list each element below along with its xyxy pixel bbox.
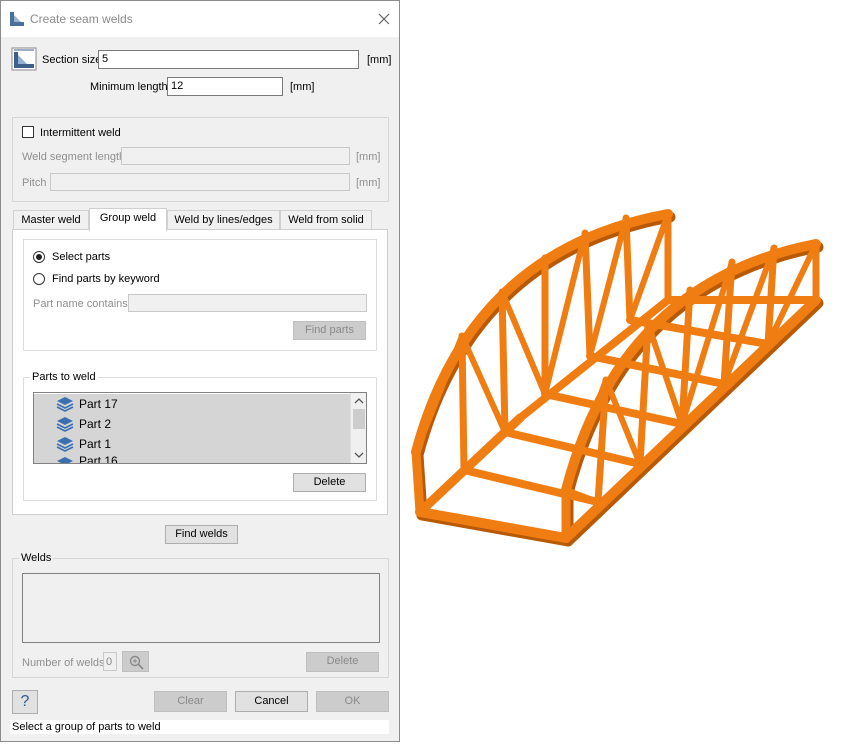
close-icon[interactable] — [375, 10, 393, 28]
delete-parts-button[interactable]: Delete — [293, 473, 366, 492]
scroll-down-icon[interactable] — [354, 451, 364, 459]
part-name: Part 17 — [79, 397, 118, 411]
scroll-up-icon[interactable] — [354, 397, 364, 405]
part-layers-icon — [56, 417, 74, 432]
create-seam-welds-dialog: Create seam welds Section size 5 [mm] Mi… — [0, 0, 400, 742]
part-name-contains-input[interactable] — [128, 294, 367, 312]
part-name: Part 16 — [79, 454, 118, 464]
tab-master-weld[interactable]: Master weld — [13, 210, 89, 230]
delete-welds-button[interactable]: Delete — [306, 652, 379, 672]
find-parts-by-keyword-label: Find parts by keyword — [52, 273, 160, 285]
pitch-unit: [mm] — [356, 177, 381, 189]
section-size-label: Section size — [42, 54, 102, 66]
magnifier-icon — [129, 655, 144, 670]
minimum-length-unit: [mm] — [290, 81, 315, 93]
part-name-contains-label: Part name contains: — [33, 298, 131, 310]
title-bar[interactable]: Create seam welds — [1, 1, 399, 37]
section-size-input[interactable]: 5 — [98, 50, 359, 69]
ok-button[interactable]: OK — [316, 691, 389, 712]
scroll-thumb[interactable] — [353, 409, 365, 429]
section-size-unit: [mm] — [367, 54, 392, 66]
minimum-length-input[interactable]: 12 — [167, 77, 283, 96]
zoom-to-weld-button[interactable] — [122, 651, 149, 672]
parts-list-scrollbar[interactable] — [350, 393, 366, 463]
minimum-length-label: Minimum length — [90, 81, 168, 93]
find-welds-button[interactable]: Find welds — [165, 525, 238, 544]
tab-weld-from-solid[interactable]: Weld from solid — [280, 210, 372, 230]
intermittent-weld-label: Intermittent weld — [40, 127, 121, 139]
clear-button[interactable]: Clear — [154, 691, 227, 712]
pitch-input[interactable] — [50, 173, 350, 191]
weld-segment-length-label: Weld segment length — [22, 151, 126, 163]
weld-segment-length-unit: [mm] — [356, 151, 381, 163]
number-of-welds-label: Number of welds — [22, 657, 105, 669]
parts-to-weld-caption: Parts to weld — [30, 371, 98, 383]
select-parts-label: Select parts — [52, 251, 111, 263]
part-layers-icon — [56, 397, 74, 412]
find-parts-button[interactable]: Find parts — [293, 321, 366, 340]
select-parts-radio[interactable] — [33, 251, 45, 263]
part-name: Part 2 — [79, 417, 112, 431]
part-layers-icon — [57, 457, 73, 463]
list-item[interactable]: Part 17 — [34, 394, 350, 414]
help-button[interactable]: ? — [12, 690, 38, 714]
status-bar: Select a group of parts to weld — [10, 720, 389, 734]
pitch-label: Pitch — [22, 177, 47, 189]
welds-list[interactable] — [22, 573, 380, 643]
find-parts-by-keyword-radio[interactable] — [33, 273, 45, 285]
part-layers-icon — [56, 437, 74, 452]
bridge-truss-model[interactable] — [400, 180, 840, 560]
tab-weld-by-lines-edges[interactable]: Weld by lines/edges — [167, 210, 280, 230]
parts-list[interactable]: Part 17 Part 2 Part 1 Part 16 — [33, 392, 367, 464]
intermittent-weld-checkbox[interactable] — [22, 126, 34, 138]
weld-segment-length-input[interactable] — [121, 147, 350, 165]
cancel-button[interactable]: Cancel — [235, 691, 308, 712]
number-of-welds-value: 0 — [103, 652, 117, 671]
tab-group-weld[interactable]: Group weld — [89, 208, 167, 231]
window-title: Create seam welds — [30, 12, 133, 26]
list-item[interactable]: Part 2 — [34, 414, 350, 434]
section-size-icon — [11, 47, 37, 71]
list-item[interactable]: Part 16 — [34, 454, 350, 464]
weld-app-icon — [10, 12, 24, 26]
welds-caption: Welds — [19, 552, 54, 564]
